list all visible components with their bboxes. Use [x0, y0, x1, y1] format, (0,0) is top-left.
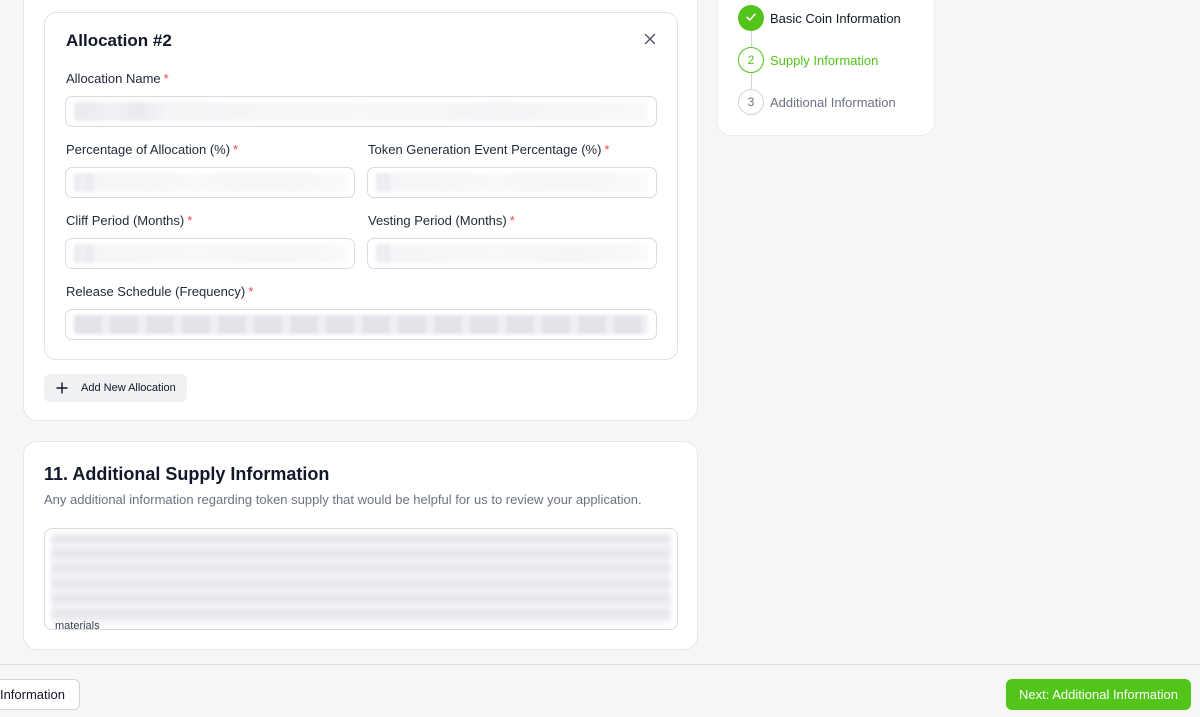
additional-supply-card: 11. Additional Supply Information Any ad…: [23, 441, 698, 650]
cliff-label-text: Cliff Period (Months): [66, 213, 185, 228]
allocation-name-input[interactable]: [65, 96, 657, 127]
release-label: Release Schedule (Frequency) *: [66, 284, 253, 299]
tge-label-text: Token Generation Event Percentage (%): [368, 142, 602, 157]
percentage-input[interactable]: [65, 167, 355, 198]
vesting-input[interactable]: [367, 238, 657, 269]
required-marker: *: [187, 213, 193, 228]
step-number: 2: [738, 47, 764, 73]
allocation-item: Allocation #2 Allocation Name * Percentag…: [44, 12, 678, 360]
next-step-button[interactable]: Next: Additional Information: [1006, 679, 1191, 710]
required-marker: *: [509, 213, 515, 228]
previous-step-button[interactable]: Information: [0, 679, 80, 710]
section-description: Any additional information regarding tok…: [44, 492, 642, 507]
redacted-value: [74, 173, 96, 192]
check-icon: [745, 11, 757, 26]
vesting-label-text: Vesting Period (Months): [368, 213, 507, 228]
redacted-value: [166, 102, 648, 121]
cliff-label: Cliff Period (Months) *: [66, 213, 192, 228]
page: Allocation #2 Allocation Name * Percentag…: [0, 0, 1200, 717]
redacted-value: [74, 244, 96, 263]
required-marker: *: [163, 71, 169, 86]
redacted-value: [392, 173, 648, 192]
redacted-value: [392, 244, 648, 263]
step-supply-information[interactable]: 2 Supply Information: [738, 47, 878, 73]
close-icon: [644, 32, 656, 50]
add-allocation-button[interactable]: Add New Allocation: [44, 374, 187, 402]
step-additional-information[interactable]: 3 Additional Information: [738, 89, 896, 115]
plus-icon: [55, 381, 69, 395]
step-label: Additional Information: [770, 94, 896, 110]
redacted-value: [376, 173, 392, 192]
step-connector: [751, 73, 752, 90]
tge-input[interactable]: [367, 167, 657, 198]
allocation-name-label: Allocation Name *: [66, 71, 169, 86]
allocation-name-label-text: Allocation Name: [66, 71, 161, 86]
textarea-visible-text: materials: [55, 620, 100, 630]
redacted-value: [376, 244, 392, 263]
footer-bar: Information Next: Additional Information: [0, 664, 1200, 717]
add-allocation-label: Add New Allocation: [81, 382, 176, 394]
release-schedule-select[interactable]: [65, 309, 657, 340]
required-marker: *: [604, 142, 610, 157]
redacted-text: [51, 534, 671, 624]
step-label: Basic Coin Information: [770, 10, 901, 26]
section-title: 11. Additional Supply Information: [44, 464, 330, 484]
redacted-value: [96, 173, 346, 192]
step-number: 3: [738, 89, 764, 115]
redacted-value: [96, 244, 346, 263]
cliff-input[interactable]: [65, 238, 355, 269]
allocations-card: Allocation #2 Allocation Name * Percentag…: [23, 0, 698, 421]
release-label-text: Release Schedule (Frequency): [66, 284, 246, 299]
vesting-label: Vesting Period (Months) *: [368, 213, 515, 228]
next-step-label: Next: Additional Information: [1019, 687, 1178, 702]
previous-step-label: Information: [0, 687, 65, 702]
redacted-value: [74, 315, 648, 334]
step-connector: [751, 31, 752, 48]
percentage-label-text: Percentage of Allocation (%): [66, 142, 231, 157]
redacted-value: [74, 102, 166, 121]
step-label: Supply Information: [770, 52, 879, 68]
required-marker: *: [248, 284, 254, 299]
allocation-title: Allocation #2: [66, 31, 172, 50]
tge-label: Token Generation Event Percentage (%) *: [368, 142, 609, 157]
additional-supply-textarea[interactable]: materials: [44, 528, 678, 630]
required-marker: *: [233, 142, 239, 157]
step-circle: [738, 5, 764, 31]
close-allocation-button[interactable]: [638, 29, 662, 53]
step-basic-coin-information[interactable]: Basic Coin Information: [738, 5, 901, 31]
percentage-label: Percentage of Allocation (%) *: [66, 142, 238, 157]
